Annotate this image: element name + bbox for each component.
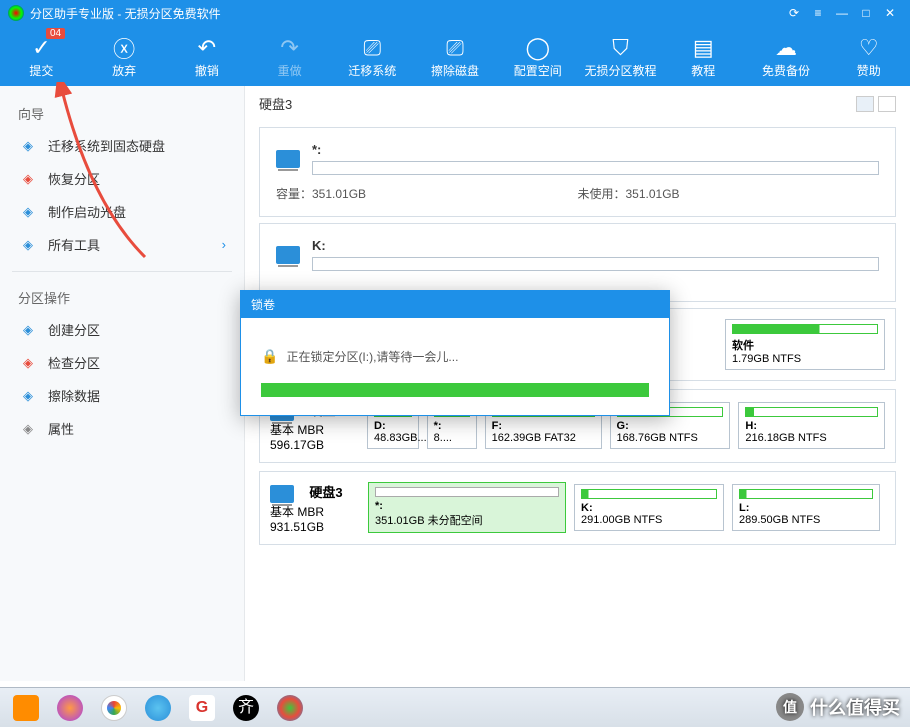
taskbar-app[interactable] xyxy=(4,692,48,724)
toolbar-重做[interactable]: ↷重做 xyxy=(248,26,331,86)
disk-size: 931.51GB xyxy=(270,520,360,534)
sidebar-icon: ◈ xyxy=(18,421,38,437)
toolbar: 04✓提交ⓧ放弃↶撤销↷重做⎚迁移系统⎚擦除磁盘◯配置空间⛉无损分区教程▤教程☁… xyxy=(0,26,910,86)
disk-row[interactable]: 硬盘3基本 MBR931.51GB*:351.01GB 未分配空间K:291.0… xyxy=(259,471,896,545)
taskbar-app[interactable] xyxy=(48,692,92,724)
tool-icon: ⎚ xyxy=(446,34,464,62)
taskbar-app[interactable] xyxy=(136,692,180,724)
sidebar-icon: ◈ xyxy=(18,355,38,371)
partition-name: 软件 xyxy=(732,337,878,353)
disk-partition[interactable]: *:351.01GB 未分配空间 xyxy=(368,482,566,533)
sidebar-item[interactable]: ◈制作启动光盘 xyxy=(0,195,244,228)
toolbar-免费备份[interactable]: ☁免费备份 xyxy=(745,26,828,86)
drive-icon xyxy=(270,485,294,503)
sidebar-section-wizard: 向导 xyxy=(0,98,244,129)
drive-icon xyxy=(276,150,300,168)
progress-bar xyxy=(261,383,649,397)
sidebar-item[interactable]: ◈迁移系统到固态硬盘 xyxy=(0,129,244,162)
disk-title: 硬盘3 xyxy=(259,94,292,113)
tool-icon: ▤ xyxy=(693,34,714,62)
sidebar-item[interactable]: ◈检查分区 xyxy=(0,346,244,379)
sidebar-item[interactable]: ◈所有工具› xyxy=(0,228,244,261)
disk-name: 硬盘3 xyxy=(309,485,342,500)
tool-icon: ↷ xyxy=(280,34,298,62)
partition-bar xyxy=(312,257,879,271)
sidebar: 向导 ◈迁移系统到固态硬盘◈恢复分区◈制作启动光盘◈所有工具› 分区操作 ◈创建… xyxy=(0,86,245,681)
toolbar-迁移系统[interactable]: ⎚迁移系统 xyxy=(331,26,414,86)
sidebar-icon: ◈ xyxy=(18,171,38,187)
titlebar: 分区助手专业版 - 无损分区免费软件 ⟳ ≡ — □ ✕ xyxy=(0,0,910,26)
disk-partition[interactable]: L:289.50GB NTFS xyxy=(732,484,880,531)
minimize-icon[interactable]: — xyxy=(830,6,854,20)
watermark: 值 什么值得买 xyxy=(776,693,900,721)
taskbar: G 齐 xyxy=(0,687,910,727)
watermark-icon: 值 xyxy=(776,693,804,721)
drive-icon xyxy=(276,246,300,264)
tool-icon: ⎚ xyxy=(364,34,382,62)
toolbar-教程[interactable]: ▤教程 xyxy=(662,26,745,86)
tool-icon: ↶ xyxy=(198,34,216,62)
disk-partition[interactable]: H:216.18GB NTFS xyxy=(738,402,885,449)
sidebar-icon: ◈ xyxy=(18,138,38,154)
maximize-icon[interactable]: □ xyxy=(854,6,878,20)
toolbar-放弃[interactable]: ⓧ放弃 xyxy=(83,26,166,86)
toolbar-无损分区教程[interactable]: ⛉无损分区教程 xyxy=(579,26,662,86)
toolbar-赞助[interactable]: ♡赞助 xyxy=(827,26,910,86)
taskbar-app[interactable] xyxy=(92,692,136,724)
app-logo-icon xyxy=(8,5,24,21)
partition-card[interactable]: *: 容量：351.01GB 未使用：351.01GB xyxy=(259,127,896,217)
taskbar-app[interactable]: G xyxy=(180,692,224,724)
unused-label: 未使用：351.01GB xyxy=(578,185,880,202)
window-title: 分区助手专业版 - 无损分区免费软件 xyxy=(30,5,782,22)
chevron-right-icon: › xyxy=(222,237,226,252)
taskbar-app[interactable]: 齐 xyxy=(224,692,268,724)
disk-partition[interactable]: K:291.00GB NTFS xyxy=(574,484,724,531)
tool-icon: ☁ xyxy=(775,34,797,62)
tool-icon: ⓧ xyxy=(113,34,135,62)
toolbar-配置空间[interactable]: ◯配置空间 xyxy=(496,26,579,86)
toolbar-撤销[interactable]: ↶撤销 xyxy=(165,26,248,86)
sidebar-icon: ◈ xyxy=(18,322,38,338)
badge: 04 xyxy=(46,28,65,39)
sidebar-section-ops: 分区操作 xyxy=(0,282,244,313)
sidebar-icon: ◈ xyxy=(18,237,38,253)
disk-partition[interactable]: 软件 1.79GB NTFS xyxy=(725,319,885,370)
view-grid-icon[interactable] xyxy=(856,96,874,112)
dialog-message: 正在锁定分区(I:),请等待一会儿... xyxy=(286,348,458,365)
partition-letter: *: xyxy=(312,142,879,157)
sidebar-item[interactable]: ◈创建分区 xyxy=(0,313,244,346)
capacity-label: 容量：351.01GB xyxy=(276,185,578,202)
toolbar-擦除磁盘[interactable]: ⎚擦除磁盘 xyxy=(414,26,497,86)
dialog-title: 锁卷 xyxy=(241,291,669,318)
partition-size: 1.79GB NTFS xyxy=(732,353,878,365)
lock-icon: 🔒 xyxy=(261,348,278,365)
progress-dialog: 锁卷 🔒 正在锁定分区(I:),请等待一会儿... xyxy=(240,290,670,416)
partition-bar xyxy=(312,161,879,175)
taskbar-app[interactable] xyxy=(268,692,312,724)
sidebar-item[interactable]: ◈属性 xyxy=(0,412,244,445)
close-icon[interactable]: ✕ xyxy=(878,6,902,20)
sidebar-icon: ◈ xyxy=(18,388,38,404)
sidebar-item[interactable]: ◈擦除数据 xyxy=(0,379,244,412)
toolbar-提交[interactable]: 04✓提交 xyxy=(0,26,83,86)
menu-icon[interactable]: ≡ xyxy=(806,6,830,20)
partition-letter: K: xyxy=(312,238,879,253)
refresh-icon[interactable]: ⟳ xyxy=(782,6,806,20)
disk-size: 596.17GB xyxy=(270,438,359,452)
view-list-icon[interactable] xyxy=(878,96,896,112)
sidebar-icon: ◈ xyxy=(18,204,38,220)
tool-icon: ⛉ xyxy=(612,34,629,62)
sidebar-item[interactable]: ◈恢复分区 xyxy=(0,162,244,195)
tool-icon: ♡ xyxy=(859,34,879,62)
tool-icon: ◯ xyxy=(525,34,550,62)
